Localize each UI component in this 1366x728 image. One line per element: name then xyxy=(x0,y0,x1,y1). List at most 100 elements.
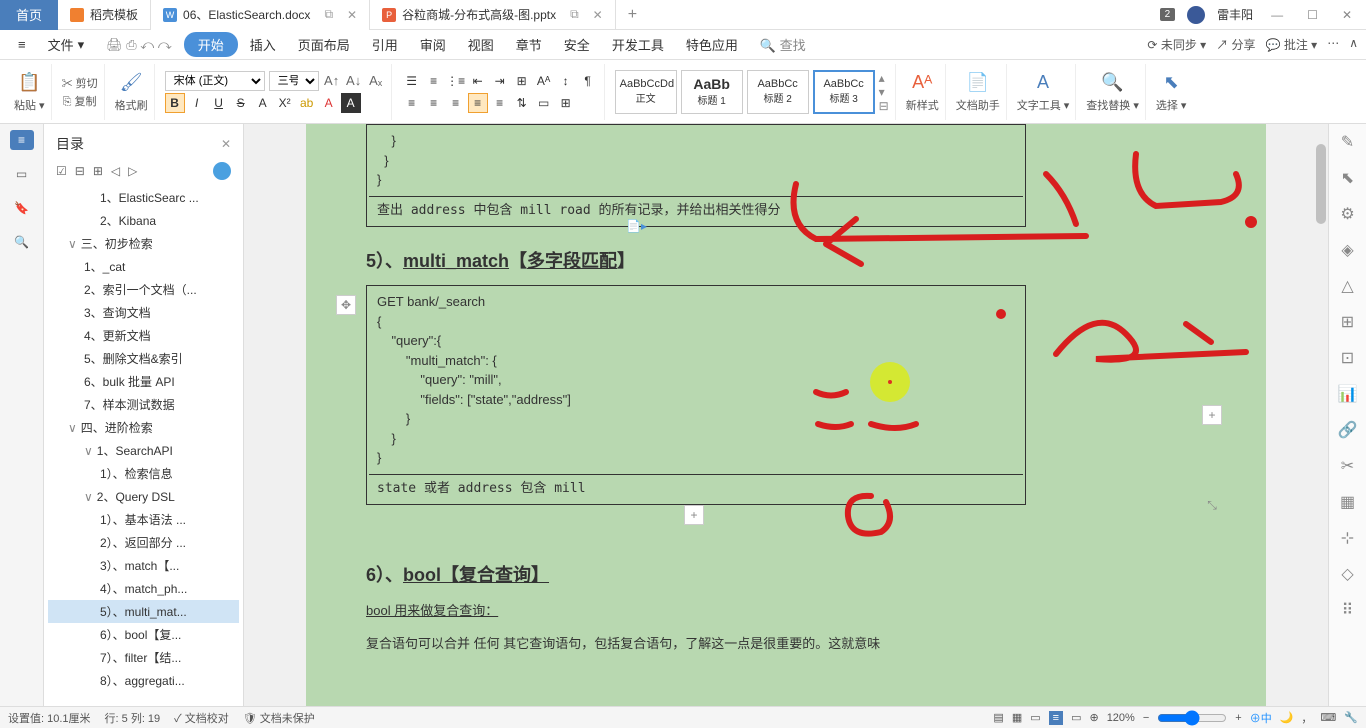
toc-item[interactable]: 2、索引一个文档（... xyxy=(48,278,239,301)
align-right-icon[interactable]: ≡ xyxy=(446,93,466,113)
rb-edit-icon[interactable]: ✎ xyxy=(1341,132,1354,152)
tab-start[interactable]: 开始 xyxy=(184,32,238,57)
align-center-icon[interactable]: ≡ xyxy=(424,93,444,113)
tab-popout-icon[interactable]: ⧉ xyxy=(324,7,333,22)
collapse-ribbon-icon[interactable]: ∧ xyxy=(1349,36,1358,53)
table-insert-row-icon[interactable]: + xyxy=(684,505,704,525)
shrink-font-icon[interactable]: A↓ xyxy=(345,72,363,90)
toc-item[interactable]: 7）、filter【结... xyxy=(48,646,239,669)
rb-clip-icon[interactable]: ✂ xyxy=(1341,456,1354,476)
bold-button[interactable]: B xyxy=(165,93,185,113)
clear-format-icon[interactable]: Aₓ xyxy=(367,72,385,90)
text-tools-button[interactable]: A文字工具 ▾ xyxy=(1011,64,1077,120)
tab-popout-icon[interactable]: ⧉ xyxy=(570,7,579,22)
sync-status[interactable]: ⟳ 未同步 ▾ xyxy=(1147,36,1206,53)
font-color-button[interactable]: A xyxy=(319,93,339,113)
table-move-handle[interactable]: ✥ xyxy=(336,295,356,315)
toc-prev-icon[interactable]: ◁ xyxy=(111,164,120,178)
new-style-button[interactable]: Aᴬ新样式 xyxy=(900,64,946,120)
font-name-select[interactable]: 宋体 (正文) xyxy=(165,71,265,91)
share-button[interactable]: ↗ 分享 xyxy=(1216,36,1255,53)
tab-section[interactable]: 章节 xyxy=(506,31,552,58)
rb-gallery-icon[interactable]: ▦ xyxy=(1340,492,1355,512)
toc-item[interactable]: 3、查询文档 xyxy=(48,301,239,324)
tab-security[interactable]: 安全 xyxy=(554,31,600,58)
search-tab-icon[interactable]: 🔍 xyxy=(10,232,34,252)
view-print-icon[interactable]: ▤ xyxy=(993,711,1003,724)
tab-home[interactable]: 首页 xyxy=(0,0,58,30)
doc-helper-button[interactable]: 📄文档助手 xyxy=(950,64,1007,120)
grow-font-icon[interactable]: A↑ xyxy=(323,72,341,90)
font-effect-button[interactable]: A xyxy=(253,93,273,113)
toc-item[interactable]: 1、ElasticSearc ... xyxy=(48,186,239,209)
vertical-scrollbar[interactable] xyxy=(1312,124,1328,706)
para-marks-icon[interactable]: ¶ xyxy=(578,71,598,91)
toc-item[interactable]: 1、_cat xyxy=(48,255,239,278)
toc-item[interactable]: ∨三、初步检索 xyxy=(48,232,239,255)
toc-collapse-icon[interactable]: ⊟ xyxy=(75,164,85,178)
zoom-in-icon[interactable]: + xyxy=(1235,712,1241,724)
tab-devtools[interactable]: 开发工具 xyxy=(602,31,674,58)
ime-keyboard-icon[interactable]: ⌨ xyxy=(1320,711,1336,724)
toc-item[interactable]: 6、bulk 批量 API xyxy=(48,370,239,393)
tab-close-icon[interactable]: ✕ xyxy=(593,8,603,22)
rb-layers-icon[interactable]: ◈ xyxy=(1341,240,1353,260)
style-h1[interactable]: AaBb标题 1 xyxy=(681,70,743,114)
styles-more-icon[interactable]: ⊟ xyxy=(879,99,889,113)
comment-button[interactable]: 💬 批注 ▾ xyxy=(1266,36,1318,53)
ime-punct-icon[interactable]: ， xyxy=(1301,710,1312,726)
shading-button[interactable]: A xyxy=(341,93,361,113)
highlight-button[interactable]: ab xyxy=(297,93,317,113)
toc-item[interactable]: 4、更新文档 xyxy=(48,324,239,347)
file-menu[interactable]: 文件 ▾ xyxy=(38,31,95,58)
tab-layout[interactable]: 页面布局 xyxy=(288,31,360,58)
borders-icon[interactable]: ⊞ xyxy=(556,93,576,113)
toc-item[interactable]: 2）、返回部分 ... xyxy=(48,531,239,554)
tab-add-button[interactable]: + xyxy=(616,6,649,24)
rb-picture-icon[interactable]: ⊡ xyxy=(1341,348,1354,368)
scroll-thumb[interactable] xyxy=(1316,144,1326,224)
toc-item[interactable]: 5）、multi_mat... xyxy=(48,600,239,623)
superscript-button[interactable]: X² xyxy=(275,93,295,113)
view-read-icon[interactable]: ≡ xyxy=(1049,711,1063,725)
select-button[interactable]: ⬉选择 ▾ xyxy=(1150,64,1193,120)
align-justify-icon[interactable]: ≡ xyxy=(468,93,488,113)
font-size-select[interactable]: 三号 xyxy=(269,71,319,91)
rb-select-icon[interactable]: ⬉ xyxy=(1341,168,1354,188)
rb-handle-icon[interactable]: ⠿ xyxy=(1342,600,1354,620)
outline-tab-icon[interactable]: ≡ xyxy=(10,130,34,150)
toc-sync-icon[interactable] xyxy=(213,162,231,180)
shading-color-icon[interactable]: ▭ xyxy=(534,93,554,113)
quick-save-icon[interactable]: 🖨 ⎙ ↶ ↷ xyxy=(96,33,182,57)
minimize-icon[interactable]: — xyxy=(1265,8,1289,22)
style-h3[interactable]: AaBbCc标题 3 xyxy=(813,70,875,114)
toc-item[interactable]: 5、删除文档&索引 xyxy=(48,347,239,370)
tab-ppt[interactable]: P谷粒商城-分布式高级-图.pptx⧉✕ xyxy=(370,0,616,30)
maximize-icon[interactable]: ☐ xyxy=(1301,8,1324,22)
line-spacing-icon[interactable]: ⇅ xyxy=(512,93,532,113)
strike-button[interactable]: S xyxy=(231,93,251,113)
tab-settings-icon[interactable]: ⊞ xyxy=(512,71,532,91)
tab-docer[interactable]: 稻壳模板 xyxy=(58,0,151,30)
multilevel-icon[interactable]: ⋮≡ xyxy=(446,71,466,91)
tab-doc-active[interactable]: W06、ElasticSearch.docx⧉✕ xyxy=(151,0,370,30)
toc-expand-icon[interactable]: ⊞ xyxy=(93,164,103,178)
document-area[interactable]: } } } 查出 address 中包含 mill road 的所有记录，并给出… xyxy=(244,124,1328,706)
ime-icon[interactable]: ⊕中 xyxy=(1250,710,1272,726)
rb-chart-icon[interactable]: 📊 xyxy=(1338,384,1358,404)
cut-button[interactable]: ✂ 剪切 xyxy=(62,75,98,91)
toc-item[interactable]: 4）、match_ph... xyxy=(48,577,239,600)
numbering-icon[interactable]: ≡ xyxy=(424,71,444,91)
tab-view[interactable]: 视图 xyxy=(458,31,504,58)
page-tab-icon[interactable]: ▭ xyxy=(10,164,34,184)
toc-item[interactable]: 1）、检索信息 xyxy=(48,462,239,485)
zoom-value[interactable]: 120% xyxy=(1107,712,1135,724)
find-replace-button[interactable]: 🔍查找替换 ▾ xyxy=(1080,64,1146,120)
underline-button[interactable]: U xyxy=(209,93,229,113)
notification-badge[interactable]: 2 xyxy=(1160,8,1176,21)
toc-item[interactable]: ∨四、进阶检索 xyxy=(48,416,239,439)
table-resize-handle[interactable]: ⤡ xyxy=(1202,495,1222,515)
toc-item[interactable]: 8）、aggregati... xyxy=(48,669,239,692)
toc-item[interactable]: 3）、match【... xyxy=(48,554,239,577)
zoom-fit-icon[interactable]: ⊕ xyxy=(1089,711,1098,724)
